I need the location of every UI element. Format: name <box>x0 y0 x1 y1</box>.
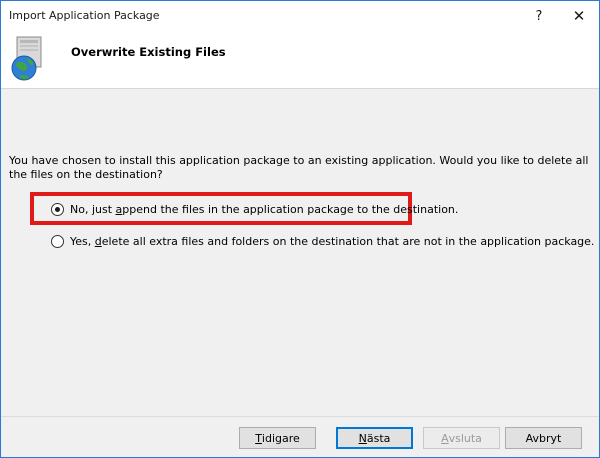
globe-package-icon <box>11 36 42 81</box>
option-delete-label: Yes, delete all extra files and folders … <box>70 235 595 248</box>
finish-button: Avsluta <box>423 427 500 449</box>
close-button[interactable]: ✕ <box>563 1 595 31</box>
wizard-header: Overwrite Existing Files <box>1 31 599 89</box>
title-bar: Import Application Package ? ✕ <box>1 1 599 31</box>
window-title: Import Application Package <box>9 9 160 22</box>
option-append-label: No, just append the files in the applica… <box>70 203 459 216</box>
radio-append-files[interactable] <box>51 203 64 216</box>
option-delete-extra[interactable]: Yes, delete all extra files and folders … <box>51 235 594 248</box>
help-button[interactable]: ? <box>523 1 555 31</box>
dialog-window: Import Application Package ? ✕ Overwrite… <box>0 0 600 458</box>
option-append-files[interactable]: No, just append the files in the applica… <box>51 203 458 216</box>
radio-delete-extra[interactable] <box>51 235 64 248</box>
next-button[interactable]: Nästa <box>336 427 413 449</box>
cancel-button[interactable]: Avbryt <box>505 427 582 449</box>
page-title: Overwrite Existing Files <box>71 45 226 59</box>
wizard-content: You have chosen to install this applicat… <box>1 90 599 416</box>
button-bar: Tidigare Nästa Avsluta Avbryt <box>1 416 599 457</box>
back-button[interactable]: Tidigare <box>239 427 316 449</box>
question-text: You have chosen to install this applicat… <box>9 154 589 181</box>
